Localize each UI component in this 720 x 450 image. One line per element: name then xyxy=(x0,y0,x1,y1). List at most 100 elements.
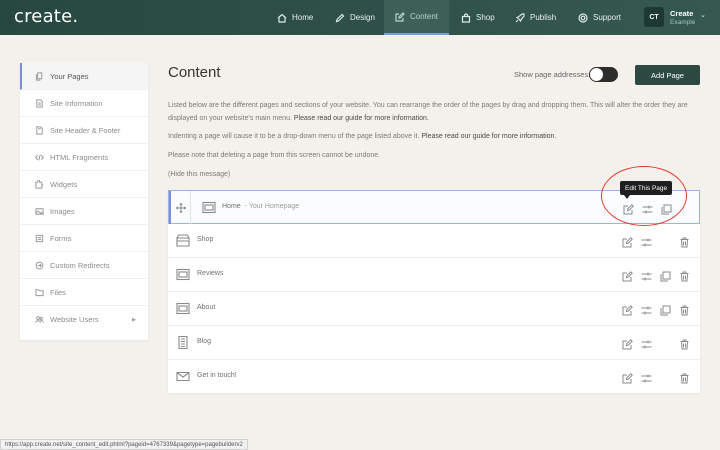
delete-note: Please note that deleting a page from th… xyxy=(168,152,381,159)
edit-icon[interactable] xyxy=(622,235,633,248)
page-row-blog[interactable]: Blog xyxy=(168,326,700,360)
trash-icon[interactable] xyxy=(679,337,690,350)
sidebar-item-widgets[interactable]: Widgets xyxy=(20,171,148,198)
sidebar-item-label: Site Header & Footer xyxy=(50,125,121,135)
sidebar-item-files[interactable]: Files xyxy=(20,279,148,306)
redirect-icon xyxy=(31,261,47,270)
pencil-icon xyxy=(335,13,345,22)
form-icon xyxy=(31,234,47,243)
settings-sliders-icon[interactable] xyxy=(641,337,652,349)
indent-paragraph: Indenting a page will cause it to be a d… xyxy=(168,133,557,140)
nav-support[interactable]: Support xyxy=(571,0,631,35)
sidebar-item-custom-redirects[interactable]: Custom Redirects xyxy=(20,252,148,279)
page-subtitle: - Your Homepage xyxy=(244,203,300,210)
settings-sliders-icon[interactable] xyxy=(641,303,652,315)
sidebar-item-label: Website Users xyxy=(50,315,99,324)
widget-icon xyxy=(31,179,47,189)
page-name[interactable]: Blog xyxy=(197,338,211,345)
page-name[interactable]: About xyxy=(197,304,215,311)
envelope-icon xyxy=(176,370,190,383)
settings-sliders-icon[interactable] xyxy=(641,269,652,281)
intro-paragraph: Listed below are the different pages and… xyxy=(168,102,688,122)
page-title: Content xyxy=(168,64,221,81)
nav-home[interactable]: Home xyxy=(270,0,320,35)
lifebuoy-icon xyxy=(578,12,588,23)
home-icon xyxy=(277,13,287,23)
sidebar-item-label: Widgets xyxy=(50,179,78,189)
sidebar-item-images[interactable]: Images xyxy=(20,198,148,225)
page-name[interactable]: Shop xyxy=(197,236,213,243)
page-layout-icon xyxy=(176,302,190,315)
account-name[interactable]: Create xyxy=(670,9,693,18)
trash-icon[interactable] xyxy=(679,235,690,248)
pages-icon xyxy=(31,71,47,81)
sidebar-item-label: HTML Fragments xyxy=(50,152,109,162)
sidebar-item-label: Images xyxy=(50,206,75,216)
trash-icon[interactable] xyxy=(679,269,690,282)
avatar[interactable]: CT xyxy=(644,7,664,27)
page-row-shop[interactable]: Shop xyxy=(168,224,700,258)
sidebar-item-website-users[interactable]: Website Users ▶ xyxy=(20,306,148,333)
nav-content[interactable]: Content xyxy=(384,0,449,35)
add-page-button[interactable]: Add Page xyxy=(635,65,700,85)
chevron-right-icon: ▶ xyxy=(132,316,136,323)
page-name[interactable]: Home xyxy=(222,203,241,210)
page-row-reviews[interactable]: Reviews xyxy=(168,258,700,292)
guide-link[interactable]: Please read our guide for more informati… xyxy=(421,133,556,140)
page-row-get-in-touch[interactable]: Get in touch! xyxy=(168,360,700,394)
settings-sliders-icon[interactable] xyxy=(641,235,652,247)
users-icon xyxy=(31,315,47,324)
sidebar-item-your-pages[interactable]: Your Pages xyxy=(20,63,148,90)
sidebar-item-label: Custom Redirects xyxy=(50,260,110,270)
info-page-icon xyxy=(31,98,47,108)
blog-icon xyxy=(176,335,190,350)
rocket-icon xyxy=(515,12,525,22)
folder-icon xyxy=(31,288,47,297)
annotation-circle xyxy=(601,166,687,226)
shopping-bag-icon xyxy=(461,12,471,23)
chevron-down-icon[interactable]: ⌄ xyxy=(700,11,706,19)
header-footer-icon xyxy=(31,125,47,135)
page-name[interactable]: Reviews xyxy=(197,270,223,277)
show-addresses-label: Show page addresses: xyxy=(514,70,591,79)
edit-icon[interactable] xyxy=(622,269,633,282)
top-navigation-bar: create. Home Design Content Shop Publish… xyxy=(0,0,720,35)
sidebar-item-label: Files xyxy=(50,287,66,297)
trash-icon[interactable] xyxy=(679,371,690,384)
sidebar-item-label: Your Pages xyxy=(50,71,89,81)
edit-box-icon xyxy=(395,11,405,22)
guide-link[interactable]: Please read our guide for more informati… xyxy=(294,115,429,122)
nav-publish[interactable]: Publish xyxy=(508,0,568,35)
account-subtitle: Example xyxy=(670,19,696,26)
sidebar-item-label: Forms xyxy=(50,233,72,243)
page-name[interactable]: Get in touch! xyxy=(197,372,237,379)
page-layout-icon xyxy=(176,268,190,281)
nav-shop[interactable]: Shop xyxy=(454,0,504,35)
sidebar-item-forms[interactable]: Forms xyxy=(20,225,148,252)
code-icon xyxy=(31,153,47,162)
settings-sliders-icon[interactable] xyxy=(641,371,652,383)
trash-icon[interactable] xyxy=(679,303,690,316)
status-bar-url: https://app.create.net/site_content_edit… xyxy=(0,439,248,450)
sidebar-item-label: Site Information xyxy=(50,98,103,108)
sidebar-item-site-information[interactable]: Site Information xyxy=(20,90,148,117)
create-logo[interactable]: create. xyxy=(14,6,78,27)
sidebar: Your Pages Site Information Site Header … xyxy=(20,63,148,340)
move-icon xyxy=(175,202,186,213)
toggle-knob xyxy=(590,68,603,81)
nav-design[interactable]: Design xyxy=(328,0,378,35)
page-layout-icon xyxy=(202,201,216,214)
page-row-about[interactable]: About xyxy=(168,292,700,326)
duplicate-icon[interactable] xyxy=(660,303,671,316)
shop-icon xyxy=(176,234,190,247)
hide-message-link[interactable]: (Hide this message) xyxy=(168,171,230,178)
drag-handle[interactable] xyxy=(169,191,191,224)
show-addresses-toggle[interactable] xyxy=(589,67,618,82)
image-icon xyxy=(31,207,47,216)
edit-icon[interactable] xyxy=(622,337,633,350)
sidebar-item-site-header-footer[interactable]: Site Header & Footer xyxy=(20,117,148,144)
edit-icon[interactable] xyxy=(622,303,633,316)
sidebar-item-html-fragments[interactable]: HTML Fragments xyxy=(20,144,148,171)
edit-icon[interactable] xyxy=(622,371,633,384)
duplicate-icon[interactable] xyxy=(660,269,671,282)
